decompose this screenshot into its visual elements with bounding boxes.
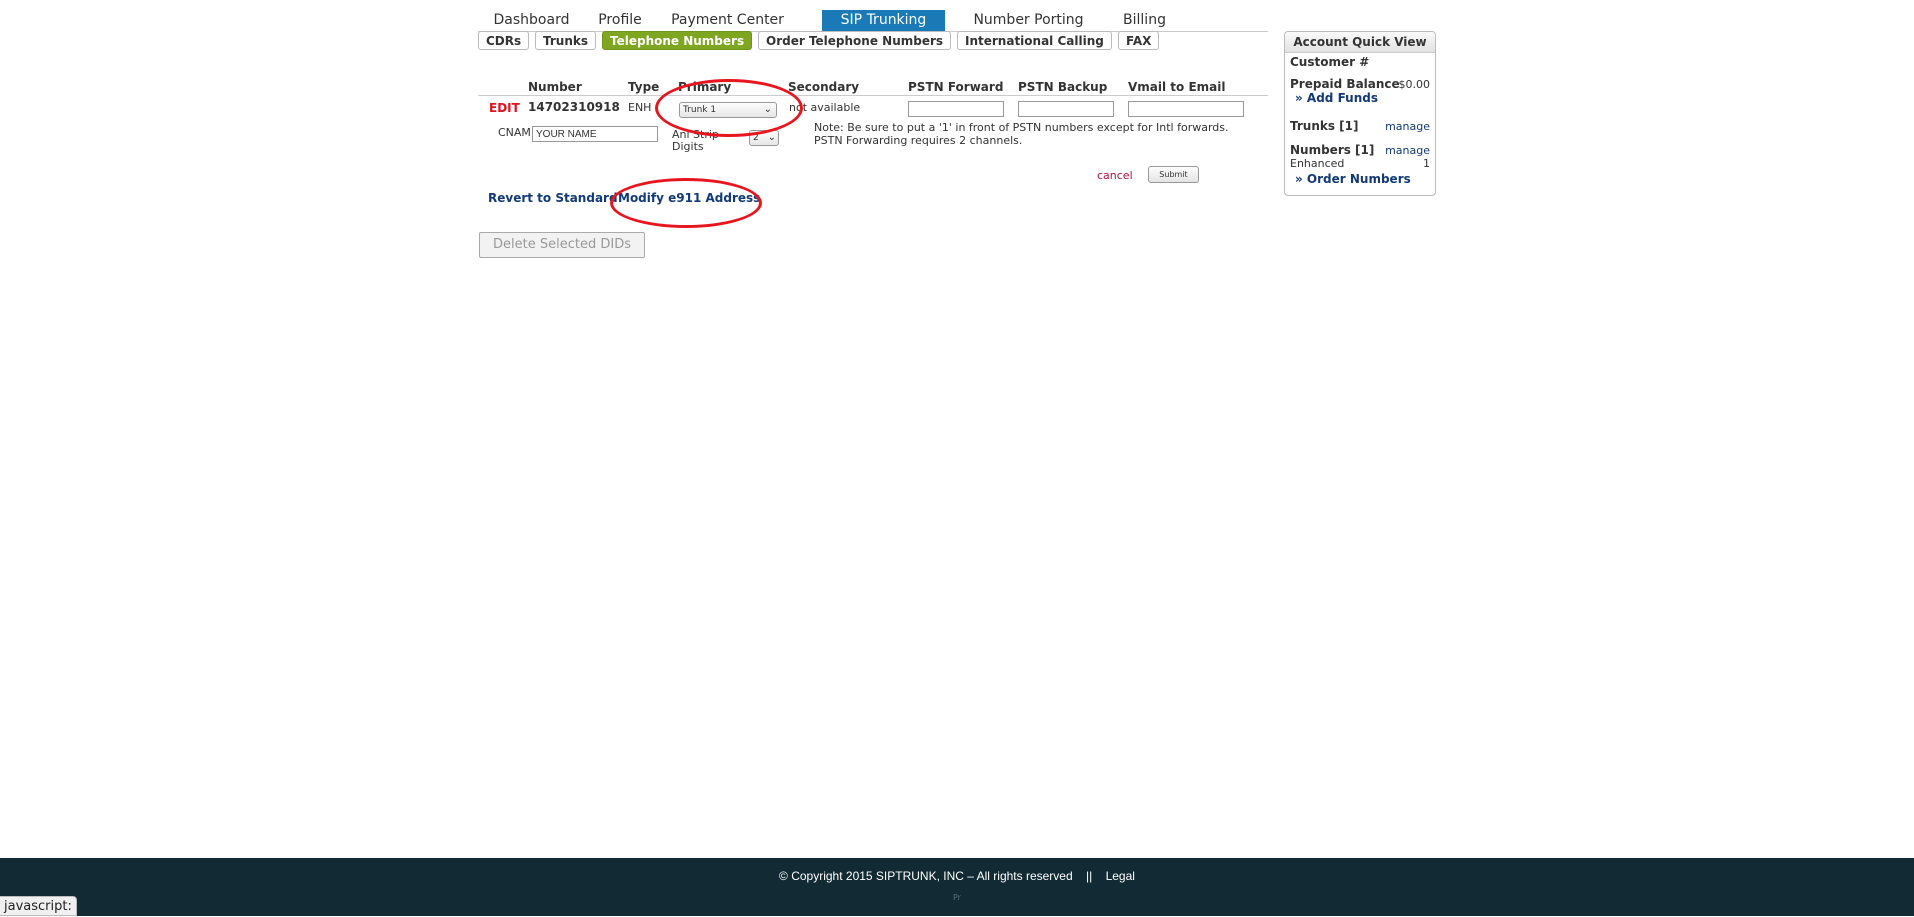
tab-profile[interactable]: Profile: [585, 10, 655, 31]
tab-number-porting[interactable]: Number Porting: [956, 10, 1101, 31]
column-header-pstn-forward: PSTN Forward: [908, 80, 1004, 94]
subtab-international-calling[interactable]: International Calling: [957, 31, 1112, 50]
customer-label: Customer #: [1290, 55, 1370, 69]
column-header-primary: Primary: [678, 80, 732, 94]
chevron-down-icon: ⌄: [763, 104, 772, 115]
column-header-type: Type: [628, 80, 660, 94]
main-nav: Dashboard Profile Payment Center SIP Tru…: [478, 10, 1268, 32]
prepaid-balance-value: $0.00: [1398, 78, 1431, 91]
subtab-telephone-numbers[interactable]: Telephone Numbers: [602, 31, 753, 50]
tab-sip-trunking[interactable]: SIP Trunking: [822, 10, 945, 31]
footer-line: © Copyright 2015 SIPTRUNK, INC – All rig…: [0, 869, 1914, 883]
submit-button[interactable]: Submit: [1148, 166, 1199, 183]
did-number: 14702310918: [528, 100, 620, 114]
numbers-count-label: Numbers [1]: [1290, 143, 1375, 157]
pstn-forward-input[interactable]: [908, 101, 1004, 117]
enhanced-label: Enhanced: [1290, 157, 1345, 170]
secondary-value: not available: [789, 101, 861, 114]
delete-selected-dids-button: Delete Selected DIDs: [479, 232, 645, 258]
tab-dashboard[interactable]: Dashboard: [478, 10, 585, 31]
column-header-pstn-backup: PSTN Backup: [1018, 80, 1108, 94]
copyright-text: © Copyright 2015 SIPTRUNK, INC – All rig…: [779, 869, 1073, 883]
browser-status-bar: javascript:: [0, 896, 77, 916]
revert-to-standard-link[interactable]: Revert to Standard: [488, 191, 618, 205]
footer-tiny-text: Pr: [953, 893, 961, 902]
column-header-number: Number: [528, 80, 582, 94]
pstn-backup-input[interactable]: [1018, 101, 1114, 117]
footer: © Copyright 2015 SIPTRUNK, INC – All rig…: [0, 858, 1914, 916]
subtab-order-telephone-numbers[interactable]: Order Telephone Numbers: [758, 31, 952, 50]
add-funds-link[interactable]: » Add Funds: [1295, 91, 1378, 105]
tab-billing[interactable]: Billing: [1101, 10, 1188, 31]
quick-view-title: Account Quick View: [1285, 32, 1435, 53]
ani-strip-select[interactable]: 2 ⌄: [749, 130, 779, 146]
order-numbers-link[interactable]: » Order Numbers: [1295, 172, 1411, 186]
ani-strip-label: Ani Strip Digits: [672, 128, 719, 153]
did-type: ENH: [628, 101, 652, 114]
column-header-secondary: Secondary: [788, 80, 860, 94]
prepaid-balance-label: Prepaid Balance: [1290, 77, 1400, 91]
edit-link[interactable]: EDIT: [489, 101, 520, 115]
trunks-manage-link[interactable]: manage: [1385, 120, 1430, 133]
cancel-link[interactable]: cancel: [1097, 169, 1133, 182]
column-header-vmail-to-email: Vmail to Email: [1128, 80, 1226, 94]
pstn-note: Note: Be sure to put a '1' in front of P…: [814, 121, 1229, 147]
subtab-cdrs[interactable]: CDRs: [478, 31, 530, 50]
footer-separator: ||: [1086, 869, 1093, 883]
vmail-to-email-input[interactable]: [1128, 101, 1244, 117]
subtab-fax[interactable]: FAX: [1118, 31, 1160, 50]
trunks-count-label: Trunks [1]: [1290, 119, 1359, 133]
primary-trunk-select[interactable]: Trunk 1 ⌄: [679, 102, 777, 118]
legal-link[interactable]: Legal: [1106, 869, 1135, 883]
enhanced-value: 1: [1423, 157, 1430, 170]
account-quick-view: Account Quick View Customer # Prepaid Ba…: [1284, 31, 1436, 196]
numbers-manage-link[interactable]: manage: [1385, 144, 1430, 157]
modify-e911-address-link[interactable]: Modify e911 Address: [618, 191, 760, 205]
chevron-down-icon: ⌄: [767, 132, 776, 143]
subtab-trunks[interactable]: Trunks: [535, 31, 596, 50]
primary-trunk-selected: Trunk 1: [683, 105, 717, 115]
header-divider: [478, 95, 1268, 96]
ani-strip-selected: 2: [753, 133, 759, 143]
tab-payment-center[interactable]: Payment Center: [655, 10, 800, 31]
cnam-label: CNAM: [498, 126, 531, 139]
cnam-input[interactable]: [532, 126, 658, 142]
